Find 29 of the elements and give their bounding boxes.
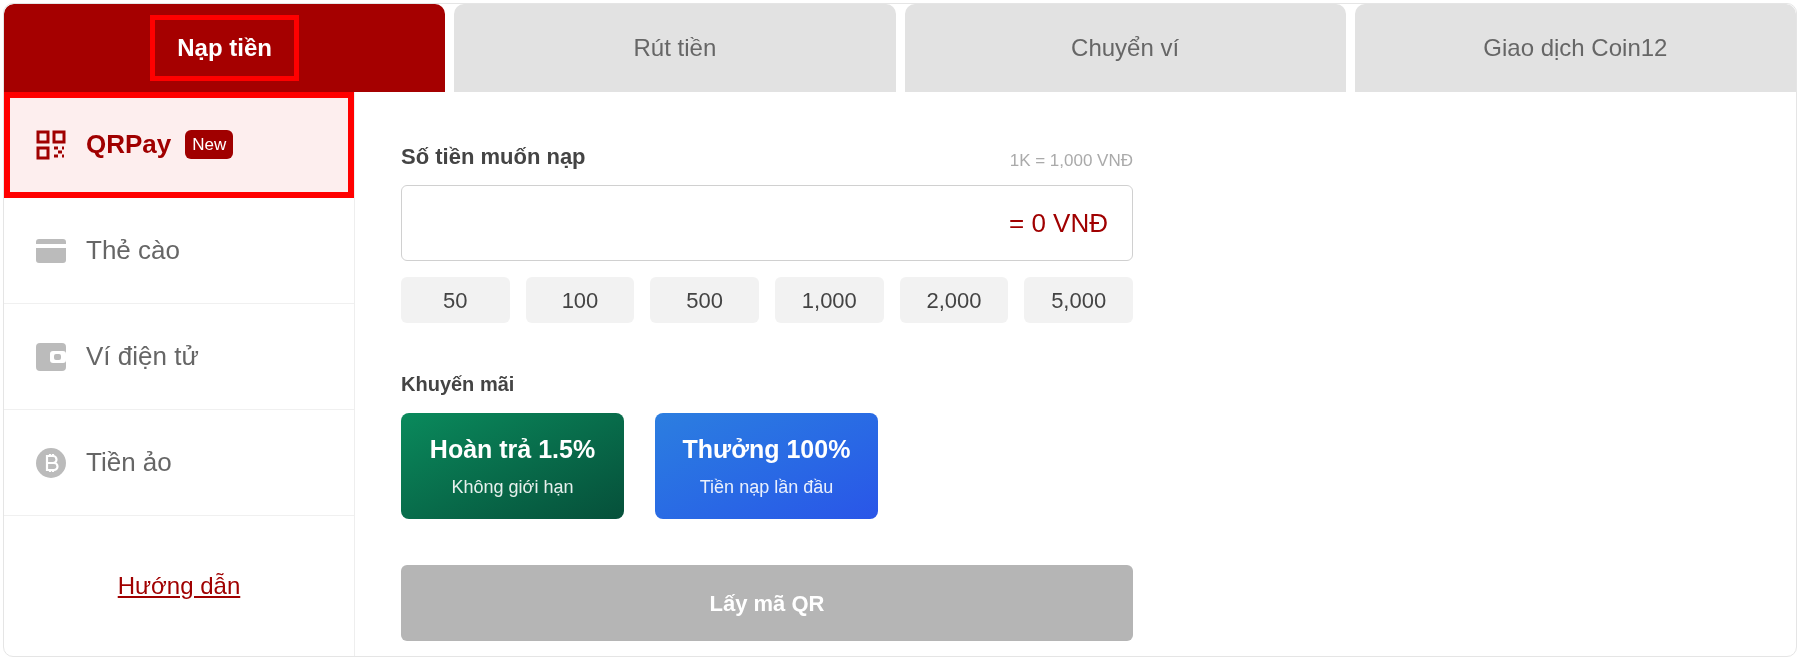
promotion-card[interactable]: Thưởng 100% Tiền nạp lần đầu [655,413,878,519]
rate-note: 1K = 1,000 VNĐ [1009,149,1133,172]
item-label: Tiền ảo [86,446,172,479]
bitcoin-icon [36,447,66,478]
amount-preset[interactable]: 1,000 [775,277,884,323]
wallet-icon [36,342,66,371]
amount-preset[interactable]: 100 [525,277,635,323]
tab[interactable]: Nạp tiền [150,15,299,81]
promotion-subtitle: Không giới hạn [451,476,574,500]
promotion-title: Thưởng 100% [682,433,851,465]
qr-code-icon [36,129,66,160]
card-icon [36,238,66,263]
promotion-card[interactable]: Hoàn trả 1.5% Không giới hạn [401,413,624,519]
amount-preset[interactable]: 500 [650,277,759,323]
new-badge: New [185,129,234,160]
amount-preset[interactable]: 2,000 [899,277,1009,323]
amount-preset[interactable]: 50 [401,277,510,323]
conversion-text: = 0 VNĐ [1009,206,1108,240]
item-label: QRPay [86,128,172,161]
amount-preset[interactable]: 5,000 [1024,277,1133,323]
amount-label: Số tiền muốn nạp [401,143,586,171]
sidebar-item[interactable]: QRPay New [4,92,354,198]
amount-input[interactable]: = 0 VNĐ [401,185,1133,261]
guide-link[interactable]: Hướng dẫn [117,568,241,604]
item-label: Ví điện tử [86,340,199,373]
promotion-subtitle: Tiền nạp lần đầu [699,476,834,500]
promotion-title: Hoàn trả 1.5% [429,433,596,465]
promotion-label: Khuyến mãi [401,372,516,397]
item-label: Thẻ cào [86,234,180,267]
